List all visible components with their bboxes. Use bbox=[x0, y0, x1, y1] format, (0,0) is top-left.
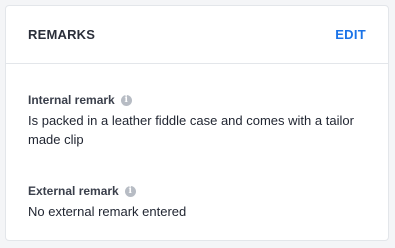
card-header: REMARKS EDIT bbox=[6, 6, 388, 64]
internal-remark-field: Internal remark i Is packed in a leather… bbox=[28, 92, 366, 149]
internal-remark-value: Is packed in a leather fiddle case and c… bbox=[28, 113, 354, 147]
info-icon[interactable]: i bbox=[120, 94, 132, 106]
external-remark-label: External remark bbox=[28, 184, 119, 198]
remarks-card: REMARKS EDIT Internal remark i Is packed… bbox=[5, 5, 389, 241]
card-title: REMARKS bbox=[28, 27, 96, 42]
internal-remark-label-row: Internal remark i bbox=[28, 92, 366, 108]
external-remark-label-row: External remark i bbox=[28, 183, 366, 199]
internal-remark-label: Internal remark bbox=[28, 93, 115, 107]
external-remark-value: No external remark entered bbox=[28, 204, 187, 219]
edit-button[interactable]: EDIT bbox=[335, 27, 366, 42]
external-remark-field: External remark i No external remark ent… bbox=[28, 183, 366, 221]
info-icon[interactable]: i bbox=[124, 185, 136, 197]
